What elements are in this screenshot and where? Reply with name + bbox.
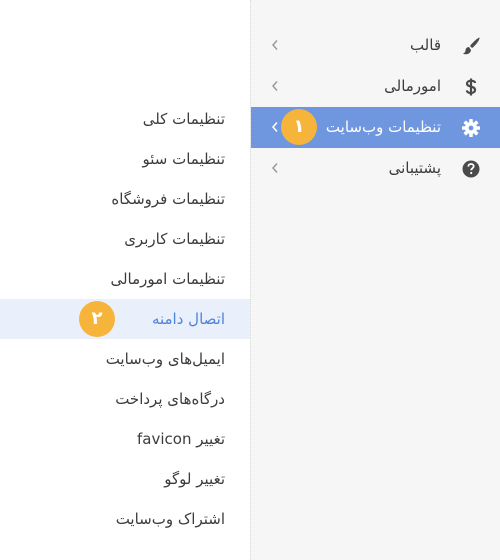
menu-item-label: پشتیبانی bbox=[388, 159, 441, 177]
submenu-item-financial-settings[interactable]: تنظیمات امورمالی bbox=[0, 259, 250, 299]
submenu-item-label: تغییر favicon bbox=[137, 430, 225, 448]
submenu-item-label: اتصال دامنه bbox=[151, 310, 225, 328]
question-circle-icon bbox=[462, 160, 480, 178]
menu-item-template[interactable]: قالب bbox=[251, 25, 500, 66]
menu-item-website-settings[interactable]: تنظیمات وب‌سایت ۱ bbox=[251, 107, 500, 148]
submenu-panel: تنظیمات کلی تنظیمات سئو تنظیمات فروشگاه … bbox=[0, 0, 250, 560]
submenu-item-label: تنظیمات امورمالی bbox=[110, 270, 225, 288]
chevron-left-icon bbox=[271, 40, 278, 50]
chevron-left-icon bbox=[271, 81, 278, 91]
step-1-badge: ۱ bbox=[281, 109, 317, 145]
submenu-item-user-settings[interactable]: تنظیمات کاربری bbox=[0, 219, 250, 259]
dollar-icon bbox=[465, 78, 477, 96]
submenu-item-website-emails[interactable]: ایمیل‌های وب‌سایت bbox=[0, 339, 250, 379]
menu-item-financial[interactable]: امورمالی bbox=[251, 66, 500, 107]
submenu-item-label: تنظیمات فروشگاه bbox=[111, 190, 225, 208]
submenu-item-label: تنظیمات کلی bbox=[142, 110, 225, 128]
menu-item-label: امورمالی bbox=[384, 77, 441, 95]
submenu-item-label: درگاه‌های پرداخت bbox=[115, 390, 225, 408]
gear-icon bbox=[462, 119, 480, 137]
chevron-left-icon bbox=[271, 122, 278, 132]
submenu-item-label: اشتراک وب‌سایت bbox=[115, 510, 225, 528]
menu-item-support[interactable]: پشتیبانی bbox=[251, 148, 500, 189]
submenu-item-seo-settings[interactable]: تنظیمات سئو bbox=[0, 139, 250, 179]
menu-item-label: قالب bbox=[409, 36, 441, 54]
paintbrush-icon bbox=[463, 37, 480, 55]
submenu-item-store-settings[interactable]: تنظیمات فروشگاه bbox=[0, 179, 250, 219]
submenu-item-website-subscription[interactable]: اشتراک وب‌سایت bbox=[0, 499, 250, 539]
submenu-item-domain-connection[interactable]: اتصال دامنه ۲ bbox=[0, 299, 250, 339]
submenu-item-change-favicon[interactable]: تغییر favicon bbox=[0, 419, 250, 459]
chevron-left-icon bbox=[271, 163, 278, 173]
menu-item-label: تنظیمات وب‌سایت bbox=[325, 118, 441, 136]
submenu-item-payment-gateways[interactable]: درگاه‌های پرداخت bbox=[0, 379, 250, 419]
submenu-item-label: تنظیمات سئو bbox=[142, 150, 225, 168]
submenu-item-label: ایمیل‌های وب‌سایت bbox=[105, 350, 225, 368]
submenu-item-general-settings[interactable]: تنظیمات کلی bbox=[0, 99, 250, 139]
submenu-item-label: تنظیمات کاربری bbox=[124, 230, 225, 248]
main-menu-panel: قالب امورمالی تنظیمات وب‌سایت bbox=[250, 0, 500, 560]
submenu-item-label: تغییر لوگو bbox=[164, 470, 225, 488]
submenu-item-change-logo[interactable]: تغییر لوگو bbox=[0, 459, 250, 499]
step-2-badge: ۲ bbox=[79, 301, 115, 337]
